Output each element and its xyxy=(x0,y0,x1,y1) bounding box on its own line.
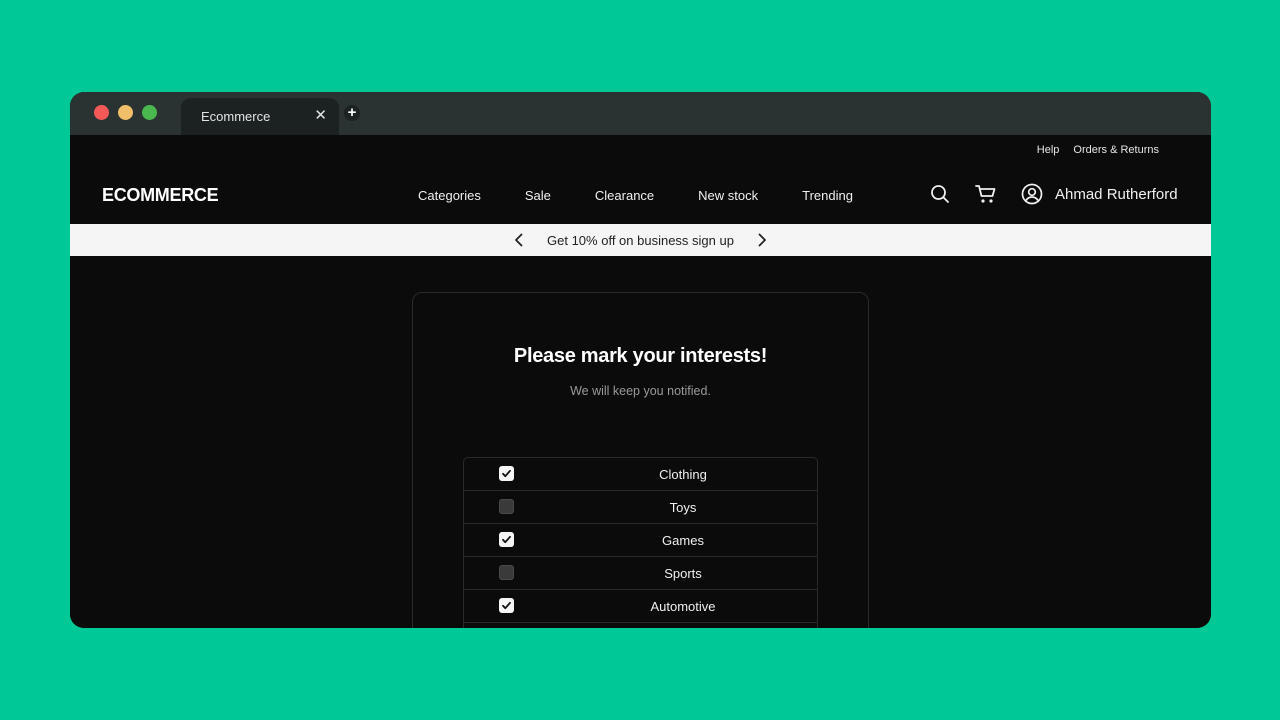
user-circle-icon[interactable] xyxy=(1021,183,1043,205)
interest-row[interactable]: Sports xyxy=(464,557,817,590)
browser-tab[interactable]: Ecommerce ✕ xyxy=(181,98,339,135)
interests-card: Please mark your interests! We will keep… xyxy=(412,292,869,628)
interest-row[interactable]: Toys xyxy=(464,491,817,524)
interest-row[interactable]: Games xyxy=(464,524,817,557)
help-link[interactable]: Help xyxy=(1037,144,1060,156)
nav-clearance[interactable]: Clearance xyxy=(595,188,654,203)
browser-window: Ecommerce ✕ + Help Orders & Returns ECOM… xyxy=(70,92,1211,628)
interest-row[interactable]: Clothing xyxy=(464,458,817,491)
nav-categories[interactable]: Categories xyxy=(418,188,481,203)
interests-list: Clothing Toys Games Sports Automotive xyxy=(463,457,818,628)
cart-icon[interactable] xyxy=(975,183,997,205)
search-icon[interactable] xyxy=(929,183,951,205)
promo-bar: Get 10% off on business sign up xyxy=(70,224,1211,256)
interest-label: Games xyxy=(662,532,704,548)
chevron-left-icon[interactable] xyxy=(509,230,529,250)
interest-label: Sports xyxy=(664,565,702,581)
page: Help Orders & Returns ECOMMERCE Categori… xyxy=(70,135,1211,628)
promo-text: Get 10% off on business sign up xyxy=(547,232,734,248)
orders-returns-link[interactable]: Orders & Returns xyxy=(1073,144,1159,156)
nav-trending[interactable]: Trending xyxy=(802,188,853,203)
utility-links: Help Orders & Returns xyxy=(1037,144,1159,156)
interest-label: Toys xyxy=(669,499,697,515)
browser-titlebar: Ecommerce ✕ + xyxy=(70,92,1211,135)
nav-new-stock[interactable]: New stock xyxy=(698,188,758,203)
main-nav: Categories Sale Clearance New stock Tren… xyxy=(418,188,853,203)
close-window-button[interactable] xyxy=(94,105,109,120)
nav-sale[interactable]: Sale xyxy=(525,188,551,203)
logo[interactable]: ECOMMERCE xyxy=(102,185,219,206)
interest-label: Automotive xyxy=(650,598,716,614)
interest-row[interactable]: Automotive xyxy=(464,590,817,623)
chevron-right-icon[interactable] xyxy=(752,230,772,250)
header-actions: Ahmad Rutherford xyxy=(929,183,1178,205)
interests-title: Please mark your interests! xyxy=(513,345,768,367)
interest-label: Clothing xyxy=(659,466,707,482)
maximize-window-button[interactable] xyxy=(142,105,157,120)
interests-subtitle: We will keep you notified. xyxy=(570,384,711,398)
user-name[interactable]: Ahmad Rutherford xyxy=(1055,186,1178,203)
minimize-window-button[interactable] xyxy=(118,105,133,120)
plus-icon[interactable]: + xyxy=(344,105,360,121)
interest-row[interactable] xyxy=(464,623,817,628)
tab-title: Ecommerce xyxy=(201,109,271,124)
close-icon[interactable]: ✕ xyxy=(314,107,327,125)
